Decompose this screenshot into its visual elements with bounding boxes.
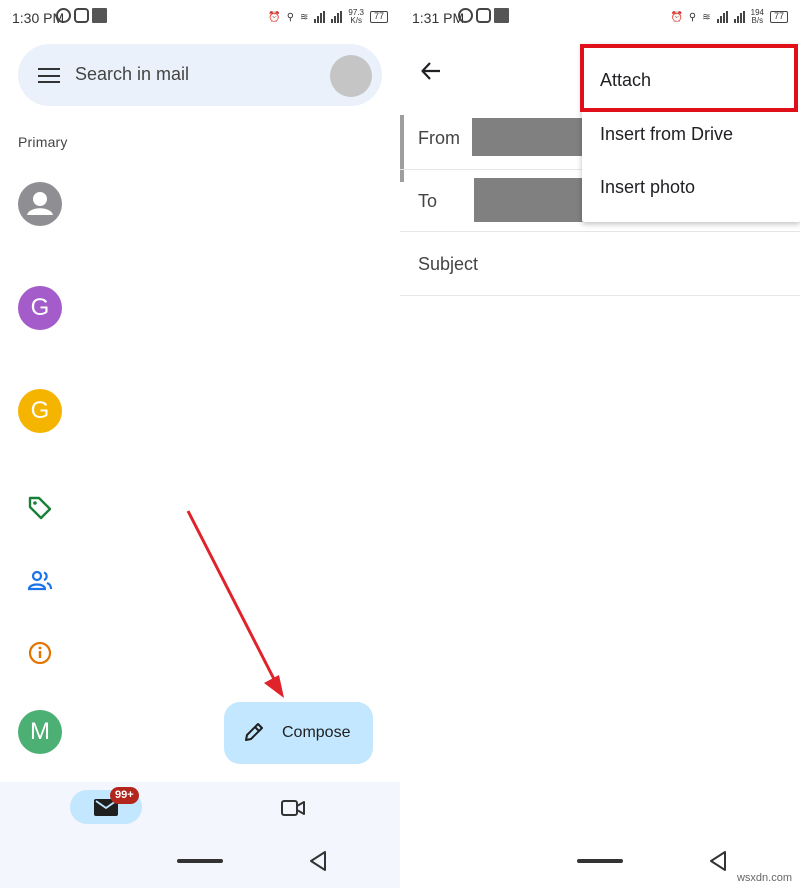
person-avatar[interactable]	[18, 182, 62, 226]
compose-button[interactable]: Compose	[224, 702, 373, 764]
system-back-icon[interactable]	[308, 850, 328, 872]
sender-avatar-g[interactable]: G	[18, 286, 62, 330]
system-indicators: ⏰ ⚲ ≋ 194 B/s 77	[670, 9, 788, 25]
battery-icon: 77	[769, 11, 788, 23]
notification-icon	[494, 8, 509, 23]
search-bar[interactable]: Search in mail	[18, 44, 382, 106]
watermark: wsxdn.com	[736, 872, 792, 884]
signal-icon-2	[331, 11, 343, 23]
home-gesture-bar[interactable]	[177, 859, 223, 863]
notification-icons	[458, 8, 509, 23]
signal-icon	[716, 11, 728, 23]
info-icon[interactable]	[26, 639, 54, 667]
search-input[interactable]: Search in mail	[75, 64, 189, 85]
annotation-arrow	[186, 510, 284, 698]
redacted-from	[472, 118, 584, 156]
status-bar: 1:30 PM ⏰ ⚲ ≋ 97.3 K/s 77	[0, 0, 400, 36]
status-time: 1:31 PM	[412, 10, 465, 26]
compose-screen: 1:31 PM ⏰ ⚲ ≋ 194 B/s 77 From To Subject …	[400, 0, 800, 888]
compose-label: Compose	[282, 724, 351, 741]
inbox-screen: 1:30 PM ⏰ ⚲ ≋ 97.3 K/s 77 Search in mail …	[0, 0, 400, 888]
sender-avatar-m[interactable]: M	[18, 710, 62, 754]
menu-item-insert-from-drive[interactable]: Insert from Drive	[600, 124, 733, 145]
alarm-icon: ⏰	[268, 11, 281, 23]
subject-field[interactable]: Subject	[400, 232, 800, 296]
people-icon[interactable]	[26, 566, 54, 594]
notification-icon	[92, 8, 107, 23]
system-nav-bar: wsxdn.com	[400, 782, 800, 888]
pencil-icon	[245, 723, 263, 741]
to-label: To	[418, 191, 438, 211]
location-icon: ⚲	[688, 11, 697, 23]
unread-badge: 99+	[110, 787, 139, 804]
video-camera-icon[interactable]	[280, 798, 306, 818]
wifi-icon: ≋	[702, 11, 711, 23]
menu-icon[interactable]	[38, 68, 60, 83]
nav-mail-tab[interactable]: 99+	[70, 787, 142, 824]
subject-label: Subject	[418, 254, 479, 274]
instagram-icon	[74, 8, 89, 23]
status-bar-right: 1:31 PM ⏰ ⚲ ≋ 194 B/s 77	[400, 0, 800, 36]
attach-highlight-box	[580, 44, 798, 112]
home-gesture-bar[interactable]	[577, 859, 623, 863]
network-speed: 97.3 K/s	[348, 8, 364, 25]
menu-item-insert-photo[interactable]: Insert photo	[600, 177, 695, 198]
redacted-to	[474, 178, 586, 222]
sender-avatar-g-2[interactable]: G	[18, 389, 62, 433]
signal-icon	[314, 11, 326, 23]
network-speed: 194 B/s	[750, 8, 764, 25]
back-arrow-icon[interactable]	[420, 60, 442, 82]
notification-icons	[56, 8, 107, 23]
bottom-navigation: 99+	[0, 782, 400, 888]
person-icon	[27, 192, 53, 215]
location-icon: ⚲	[286, 11, 295, 23]
whatsapp-icon	[56, 8, 71, 23]
section-label: Primary	[18, 134, 68, 150]
alarm-icon: ⏰	[670, 11, 683, 23]
account-avatar[interactable]	[330, 55, 372, 97]
tag-icon[interactable]	[26, 494, 54, 522]
whatsapp-icon	[458, 8, 473, 23]
system-indicators: ⏰ ⚲ ≋ 97.3 K/s 77	[268, 9, 388, 25]
battery-icon: 77	[369, 11, 388, 23]
wifi-icon: ≋	[300, 11, 309, 23]
instagram-icon	[476, 8, 491, 23]
system-back-icon[interactable]	[708, 850, 728, 872]
from-label: From	[418, 128, 460, 148]
signal-icon-2	[733, 11, 745, 23]
